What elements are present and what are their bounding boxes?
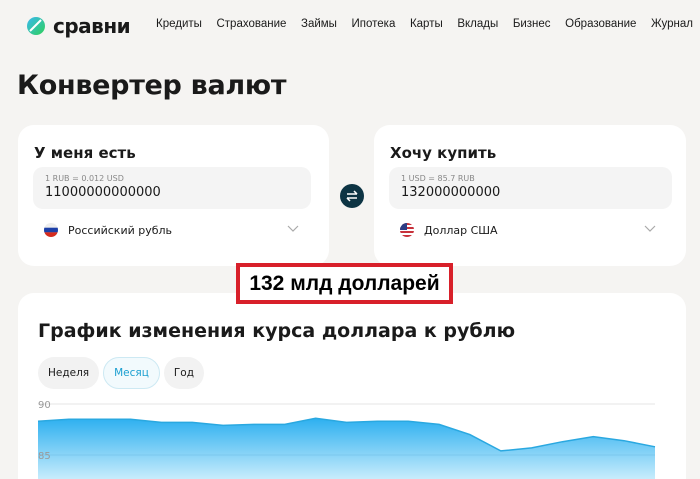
nav-item[interactable]: Бизнес [513, 18, 551, 30]
from-title: У меня есть [34, 144, 136, 162]
period-tabs: Неделя Месяц Год [38, 357, 204, 389]
from-card: У меня есть 1 RUB = 0.012 USD 1100000000… [18, 125, 329, 266]
nav-menu: Кредиты Страхование Займы Ипотека Карты Вклад… [156, 18, 693, 30]
chevron-down-icon[interactable] [644, 225, 656, 233]
chevron-down-icon[interactable] [287, 225, 299, 233]
from-currency-select[interactable]: Российский рубль [44, 223, 172, 237]
nav-item[interactable]: Образование [565, 18, 636, 30]
nav-item[interactable]: Кредиты [156, 18, 202, 30]
russia-flag-icon [44, 223, 58, 237]
from-amount-field[interactable]: 1 RUB = 0.012 USD 11000000000000 [33, 167, 311, 209]
tab-period[interactable]: Неделя [38, 357, 100, 389]
top-nav: сравни Кредиты Страхование Займы Ипотека Кар… [0, 0, 700, 50]
y-tick-label: 90 [38, 400, 51, 411]
chart-card: График изменения курса доллара к рублю Н… [18, 293, 686, 479]
to-currency-label: Доллар США [424, 223, 498, 237]
swap-currencies-button[interactable] [340, 184, 364, 208]
tab-period[interactable]: Год [163, 357, 204, 389]
annotation-callout: 132 млд долларей [236, 263, 453, 304]
page-title: Конвертер валют [17, 70, 287, 101]
nav-item[interactable]: Журнал [651, 18, 693, 30]
nav-item[interactable]: Страхование [216, 18, 286, 30]
chart-title: График изменения курса доллара к рублю [38, 320, 516, 342]
swap-icon [346, 190, 358, 202]
logo-text: сравни [53, 14, 131, 38]
from-amount-input[interactable]: 11000000000000 [45, 185, 161, 200]
rate-chart: 90 85 [37, 400, 656, 479]
to-amount-field[interactable]: 1 USD = 85.7 RUB 132000000000 [389, 167, 672, 209]
logo[interactable]: сравни [27, 14, 131, 38]
from-currency-label: Российский рубль [68, 223, 173, 237]
to-card: Хочу купить 1 USD = 85.7 RUB 13200000000… [374, 125, 686, 266]
to-amount-input[interactable]: 132000000000 [401, 185, 500, 200]
chart-area [38, 418, 655, 479]
y-tick-label: 85 [38, 451, 51, 462]
from-rate: 1 RUB = 0.012 USD [45, 174, 124, 183]
nav-item[interactable]: Вклады [457, 18, 498, 30]
nav-item[interactable]: Займы [301, 18, 337, 30]
to-currency-select[interactable]: Доллар США [400, 223, 498, 237]
usa-flag-icon [400, 223, 414, 237]
nav-item[interactable]: Карты [410, 18, 443, 30]
to-title: Хочу купить [390, 144, 497, 162]
to-rate: 1 USD = 85.7 RUB [401, 174, 475, 183]
logo-icon [27, 17, 45, 35]
nav-item[interactable]: Ипотека [352, 18, 396, 30]
tab-period[interactable]: Месяц [103, 357, 160, 389]
